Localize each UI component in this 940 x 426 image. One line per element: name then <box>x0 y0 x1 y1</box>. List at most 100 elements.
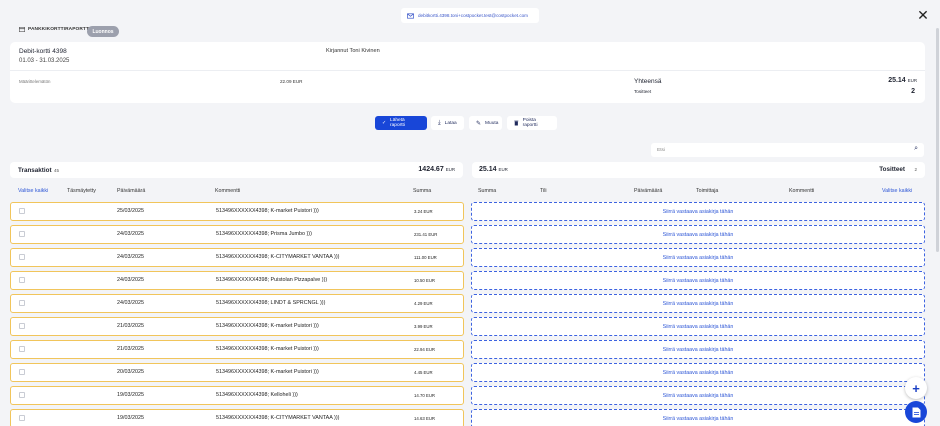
transaction-row[interactable]: 24/03/2025 513496XXXXXX4398; K-CITYMARKET… <box>10 248 464 267</box>
col-receipt-account[interactable]: Tili <box>540 188 547 194</box>
close-icon[interactable]: ✕ <box>916 8 930 22</box>
unspecified-label: Määrittelemätön <box>19 79 51 84</box>
row-date: 21/03/2025 <box>117 346 144 352</box>
receipt-drop-zone[interactable]: Siirrä vastaava asiakirja tähän <box>471 225 925 244</box>
row-checkbox[interactable] <box>19 300 25 306</box>
row-amount: 10.50 EUR <box>414 278 436 283</box>
row-amount: 22.94 EUR <box>414 347 436 352</box>
transaction-row[interactable]: 24/03/2025 513496XXXXXX4398; LINDT & SPRC… <box>10 294 464 313</box>
col-date[interactable]: Päivämäärä <box>117 188 145 194</box>
report-period: 01.03 - 31.03.2025 <box>19 58 70 64</box>
row-checkbox[interactable] <box>19 369 25 375</box>
trash-icon <box>514 120 519 126</box>
select-all-receipts[interactable]: Valitse kaikki <box>882 188 912 194</box>
col-matched[interactable]: Täsmäytetty <box>67 188 96 194</box>
row-checkbox[interactable] <box>19 208 25 214</box>
transactions-header: Transaktiot 45 1424.67 EUR <box>10 162 463 178</box>
receipt-drop-zone[interactable]: Siirrä vastaava asiakirja tähän <box>471 409 925 426</box>
row-comment: 513496XXXXXX4398; K-CITYMARKET VANTAA ))… <box>216 415 340 421</box>
signed-by: Kirjannut Toni Kivinen <box>326 48 380 54</box>
transaction-row[interactable]: 21/03/2025 513496XXXXXX4398; K-market Pui… <box>10 340 464 359</box>
receipts-total: 25.14 EUR <box>479 166 508 173</box>
send-report-button[interactable]: ✓ Lähetä raportti <box>375 116 427 130</box>
download-button[interactable]: ⤓ Lataa <box>431 116 464 130</box>
total-label: Yhteensä <box>634 78 662 85</box>
search-input[interactable]: Etsi ⌕ <box>651 143 924 157</box>
row-date: 25/03/2025 <box>117 208 144 214</box>
row-amount: 231.41 EUR <box>414 232 438 237</box>
row-comment: 513496XXXXXX4398; K-market Puistori ))) <box>216 208 319 214</box>
row-date: 19/03/2025 <box>117 392 144 398</box>
add-button[interactable]: + <box>905 377 927 399</box>
transaction-row[interactable]: 19/03/2025 513496XXXXXX4398; K-CITYMARKET… <box>10 409 464 426</box>
row-date: 24/03/2025 <box>117 254 144 260</box>
mail-icon <box>407 12 414 19</box>
row-comment: 513496XXXXXX4398; K-market Puistori ))) <box>216 346 319 352</box>
row-date: 19/03/2025 <box>117 415 144 421</box>
pencil-icon: ✎ <box>476 120 482 127</box>
row-checkbox[interactable] <box>19 323 25 329</box>
transaction-row[interactable]: 24/03/2025 513496XXXXXX4398; Prisma Jumbo… <box>10 225 464 244</box>
transaction-row[interactable]: 24/03/2025 513496XXXXXX4398; Puistolan Pi… <box>10 271 464 290</box>
download-icon: ⤓ <box>438 119 441 126</box>
row-comment: 513496XXXXXX4398; K-market Puistori ))) <box>216 323 319 329</box>
summary-divider <box>10 70 925 71</box>
row-checkbox[interactable] <box>19 277 25 283</box>
receipt-drop-zone[interactable]: Siirrä vastaava asiakirja tähän <box>471 294 925 313</box>
row-comment: 513496XXXXXX4398; Puistolan Pizzapalve )… <box>216 277 328 283</box>
receipt-drop-zone[interactable]: Siirrä vastaava asiakirja tähän <box>471 317 925 336</box>
row-date: 24/03/2025 <box>117 277 144 283</box>
receipt-drop-zone[interactable]: Siirrä vastaava asiakirja tähän <box>471 202 925 221</box>
receipts-header: 25.14 EUR Tositteet 2 <box>472 162 925 178</box>
row-comment: 513496XXXXXX4398; K-CITYMARKET VANTAA ))… <box>216 254 340 260</box>
email-address-pill[interactable]: debitkortti.4398.toni+costpocket.test@co… <box>401 8 539 23</box>
scrollbar[interactable] <box>936 28 939 252</box>
row-checkbox[interactable] <box>19 392 25 398</box>
report-summary-card: Debit-kortti 4398 01.03 - 31.03.2025 Kir… <box>10 42 925 103</box>
unspecified-value: 22.09 EUR <box>280 79 303 84</box>
col-receipt-amount[interactable]: Summa <box>478 188 496 194</box>
receipts-title: Tositteet <box>879 166 905 173</box>
status-badge: Luonnos <box>87 26 119 37</box>
row-checkbox[interactable] <box>19 231 25 237</box>
row-checkbox[interactable] <box>19 254 25 260</box>
receipt-drop-zone[interactable]: Siirrä vastaava asiakirja tähän <box>471 386 925 405</box>
receipt-drop-zone[interactable]: Siirrä vastaava asiakirja tähän <box>471 363 925 382</box>
row-checkbox[interactable] <box>19 346 25 352</box>
report-page: debitkortti.4398.toni+costpocket.test@co… <box>0 0 940 426</box>
transaction-row[interactable]: 25/03/2025 513496XXXXXX4398; K-market Pui… <box>10 202 464 221</box>
row-checkbox[interactable] <box>19 415 25 421</box>
col-comment[interactable]: Kommentti <box>215 188 240 194</box>
delete-report-button[interactable]: Poista raportti <box>507 116 557 130</box>
col-receipt-comment[interactable]: Kommentti <box>789 188 814 194</box>
transactions-total: 1424.67 EUR <box>418 166 455 173</box>
row-amount: 14.70 EUR <box>414 393 436 398</box>
transactions-title: Transaktiot <box>18 167 52 174</box>
row-date: 24/03/2025 <box>117 231 144 237</box>
row-comment: 513496XXXXXX4398; K-market Puistori ))) <box>216 369 319 375</box>
receipt-drop-zone[interactable]: Siirrä vastaava asiakirja tähän <box>471 271 925 290</box>
search-icon[interactable]: ⌕ <box>914 145 918 153</box>
row-amount: 111.00 EUR <box>414 255 437 260</box>
report-type-label: PANKKIKORTTIRAPORTTI <box>19 27 90 32</box>
receipt-drop-zone[interactable]: Siirrä vastaava asiakirja tähän <box>471 340 925 359</box>
edit-button[interactable]: ✎ Muuta <box>469 116 502 130</box>
col-amount[interactable]: Summa <box>413 188 431 194</box>
receipts-label: Tositteet <box>634 89 652 94</box>
receipts-value: 2 <box>911 88 915 95</box>
col-receipt-date[interactable]: Päivämäärä <box>634 188 662 194</box>
total-value: 25.14 EUR <box>888 77 917 84</box>
transaction-row[interactable]: 19/03/2025 513496XXXXXX4398; Kelloheli ))… <box>10 386 464 405</box>
select-all-transactions[interactable]: Valitse kaikki <box>18 188 48 194</box>
row-comment: 513496XXXXXX4398; Prisma Jumbo ))) <box>216 231 312 237</box>
receipt-drop-zone[interactable]: Siirrä vastaava asiakirja tähän <box>471 248 925 267</box>
col-receipt-supplier[interactable]: Toimittaja <box>696 188 718 194</box>
email-text: debitkortti.4398.toni+costpocket.test@co… <box>418 13 528 18</box>
transaction-row[interactable]: 21/03/2025 513496XXXXXX4398; K-market Pui… <box>10 317 464 336</box>
row-comment: 513496XXXXXX4398; Kelloheli ))) <box>216 392 298 398</box>
transaction-row[interactable]: 20/03/2025 513496XXXXXX4398; K-market Pui… <box>10 363 464 382</box>
row-comment: 513496XXXXXX4398; LINDT & SPRCNGL ))) <box>216 300 326 306</box>
document-button[interactable] <box>905 401 927 423</box>
document-icon <box>912 407 920 417</box>
row-date: 24/03/2025 <box>117 300 144 306</box>
